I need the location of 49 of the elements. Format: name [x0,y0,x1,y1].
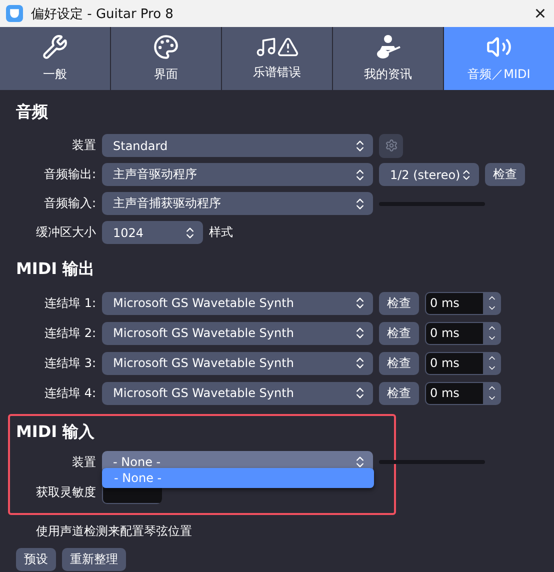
test-button[interactable]: 检查 [379,292,419,314]
palette-icon [153,34,179,60]
port-select[interactable]: Microsoft GS Wavetable Synth [102,322,373,344]
channel-select[interactable]: 1/2 (stereo) [379,163,479,186]
field-label: 装置 [71,137,96,154]
field-label: 样式 [209,224,233,241]
app-logo-icon [6,5,23,22]
latency-spinbox[interactable]: 0 ms [425,352,501,374]
action-button[interactable]: 重新整理 [62,548,126,571]
field-label: 连结埠 3: [44,354,96,372]
port-select[interactable]: Microsoft GS Wavetable Synth [102,382,373,404]
latency-spinbox[interactable]: 0 ms [425,382,501,404]
section-heading: 音频 [16,102,49,123]
clef-warning-icon [255,36,299,58]
test-button[interactable]: 检查 [485,163,525,186]
section-heading: MIDI 输入 [16,422,96,443]
input-select[interactable]: 主声音捕获驱动程序 [102,192,373,215]
latency-spinbox[interactable]: 0 ms [425,322,501,344]
settings-button[interactable] [379,134,403,158]
device-select[interactable]: Standard [102,134,373,157]
section-heading: MIDI 输出 [16,259,96,280]
window-title: 偏好设定 - Guitar Pro 8 [31,6,174,22]
tab[interactable]: 一般 [0,27,111,90]
field-label: 音频输出: [42,166,96,183]
field-label: 缓冲区大小 [35,224,96,241]
close-button[interactable]: × [532,4,548,24]
wrench-icon [42,34,68,60]
field-label: 装置 [71,454,96,470]
port-select[interactable]: Microsoft GS Wavetable Synth [102,352,373,374]
latency-spinbox[interactable]: 0 ms [425,292,501,314]
buffer-select[interactable]: 1024 [102,221,203,244]
field-label: 音频输入: [42,195,96,212]
test-button[interactable]: 检查 [379,352,419,374]
tab[interactable]: 界面 [111,27,222,90]
field-label: 获取灵敏度 [35,484,96,500]
port-select[interactable]: Microsoft GS Wavetable Synth [102,292,373,314]
test-button[interactable]: 检查 [379,322,419,344]
tab[interactable]: 我的资讯 [333,27,444,90]
action-button[interactable]: 预设 [16,548,56,571]
field-label: 连结埠 2: [44,324,96,342]
hint-text: 使用声道检测来配置琴弦位置 [36,523,193,540]
test-button[interactable]: 检查 [379,382,419,404]
tab[interactable]: 乐谱错误 [222,27,333,90]
field-label: 连结埠 1: [44,294,96,312]
output-select[interactable]: 主声音驱动程序 [102,163,373,186]
speaker-icon [486,34,512,60]
field-label: 连结埠 4: [44,384,96,402]
guitarist-icon [374,34,402,60]
gear-icon [384,139,398,152]
